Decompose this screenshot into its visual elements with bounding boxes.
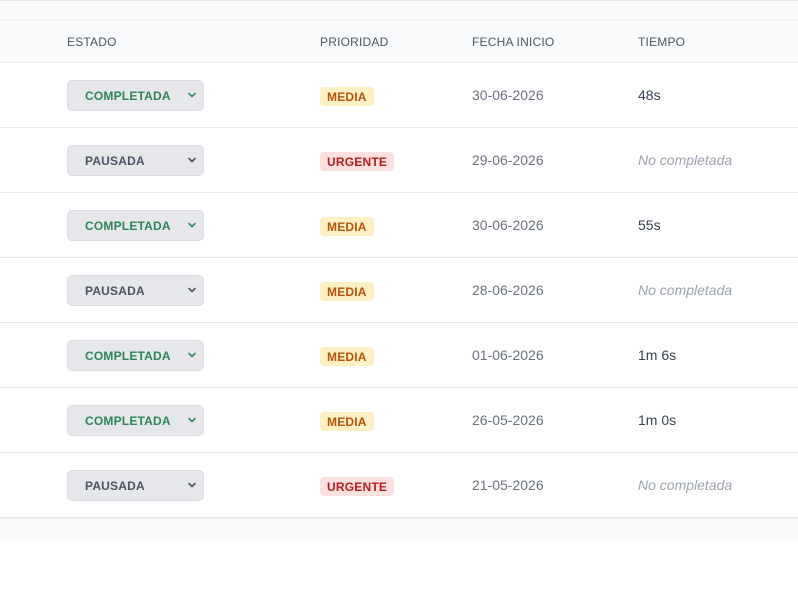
start-date: 29-06-2026 [472, 152, 544, 168]
priority-badge: MEDIA [320, 217, 374, 236]
priority-badge: MEDIA [320, 282, 374, 301]
chevron-down-icon [188, 287, 196, 293]
chevron-down-icon [188, 417, 196, 423]
chevron-down-icon [188, 482, 196, 488]
estado-select-label: PAUSADA [85, 154, 145, 168]
chevron-down-icon [188, 157, 196, 163]
estado-select[interactable]: COMPLETADA [67, 210, 204, 241]
start-date: 21-05-2026 [472, 477, 544, 493]
start-date: 30-06-2026 [472, 217, 544, 233]
table-top-strip [0, 1, 798, 20]
priority-badge: URGENTE [320, 477, 395, 496]
estado-select-label: COMPLETADA [85, 349, 171, 363]
estado-select[interactable]: PAUSADA [67, 470, 204, 501]
estado-select[interactable]: COMPLETADA [67, 405, 204, 436]
start-date: 28-06-2026 [472, 282, 544, 298]
start-date: 26-05-2026 [472, 412, 544, 428]
time-value: No completada [638, 152, 733, 168]
chevron-down-icon [188, 222, 196, 228]
tasks-table: ESTADO PRIORIDAD FECHA INICIO TIEMPO COM… [0, 0, 798, 541]
header-fecha-inicio: FECHA INICIO [472, 35, 555, 49]
table-row: PAUSADA URGENTE 21-05-2026 No completada [0, 453, 798, 518]
estado-select[interactable]: COMPLETADA [67, 80, 204, 111]
estado-select-label: PAUSADA [85, 479, 145, 493]
time-value: 1m 0s [638, 412, 677, 428]
estado-select-label: COMPLETADA [85, 89, 171, 103]
chevron-down-icon [188, 92, 196, 98]
estado-select[interactable]: PAUSADA [67, 145, 204, 176]
start-date: 01-06-2026 [472, 347, 544, 363]
estado-select[interactable]: PAUSADA [67, 275, 204, 306]
table-row: COMPLETADA MEDIA 30-06-2026 55s [0, 193, 798, 258]
priority-badge: URGENTE [320, 152, 395, 171]
priority-badge: MEDIA [320, 412, 374, 431]
table-row: COMPLETADA MEDIA 01-06-2026 1m 6s [0, 323, 798, 388]
table-row: PAUSADA URGENTE 29-06-2026 No completada [0, 128, 798, 193]
priority-badge: MEDIA [320, 87, 374, 106]
table-row: COMPLETADA MEDIA 30-06-2026 48s [0, 63, 798, 128]
estado-select-label: PAUSADA [85, 284, 145, 298]
time-value: 1m 6s [638, 347, 677, 363]
estado-select-label: COMPLETADA [85, 219, 171, 233]
estado-select[interactable]: COMPLETADA [67, 340, 204, 371]
time-value: 48s [638, 87, 661, 103]
time-value: 55s [638, 217, 661, 233]
header-tiempo: TIEMPO [638, 35, 686, 49]
priority-badge: MEDIA [320, 347, 374, 366]
start-date: 30-06-2026 [472, 87, 544, 103]
header-prioridad: PRIORIDAD [320, 35, 389, 49]
time-value: No completada [638, 477, 733, 493]
tasks-table-view: ESTADO PRIORIDAD FECHA INICIO TIEMPO COM… [0, 0, 798, 593]
chevron-down-icon [188, 352, 196, 358]
table-footer [0, 518, 798, 541]
table-row: PAUSADA MEDIA 28-06-2026 No completada [0, 258, 798, 323]
estado-select-label: COMPLETADA [85, 414, 171, 428]
table-body: COMPLETADA MEDIA 30-06-2026 48s PAUSADA URGEN… [0, 63, 798, 518]
table-row: COMPLETADA MEDIA 26-05-2026 1m 0s [0, 388, 798, 453]
table-header-row: ESTADO PRIORIDAD FECHA INICIO TIEMPO [0, 20, 798, 63]
header-estado: ESTADO [67, 35, 117, 49]
time-value: No completada [638, 282, 733, 298]
